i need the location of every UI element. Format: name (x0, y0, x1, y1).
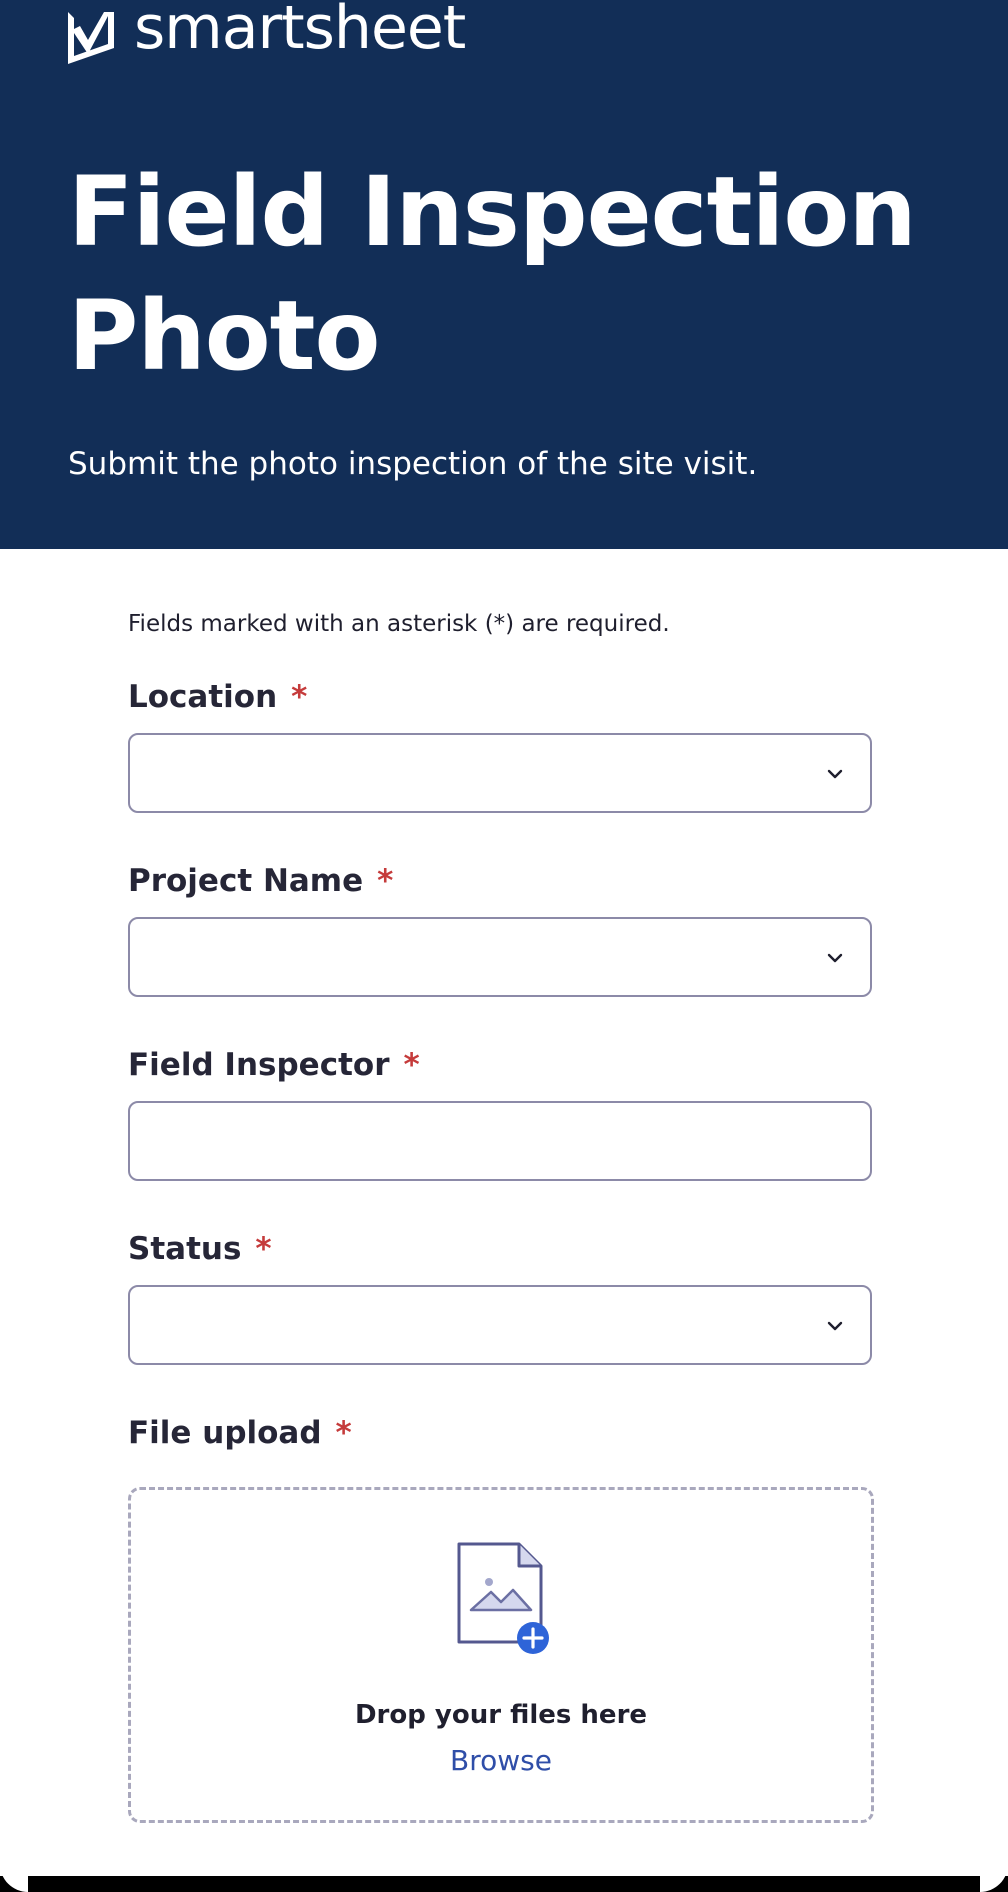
chevron-down-icon (827, 1321, 843, 1331)
required-asterisk: * (403, 1047, 420, 1083)
page-title: Field Inspection Photo (68, 156, 917, 392)
location-dropdown[interactable] (128, 733, 872, 813)
required-note: Fields marked with an asterisk (*) are r… (128, 611, 670, 637)
field-label-text: Project Name (128, 863, 364, 899)
field-label-text: Status (128, 1231, 242, 1267)
image-file-add-icon (457, 1542, 549, 1654)
project-name-label: Project Name * (128, 863, 393, 899)
field-inspector-input-wrapper (128, 1101, 872, 1181)
field-inspector-input[interactable] (130, 1103, 870, 1179)
page-subtitle: Submit the photo inspection of the site … (68, 446, 758, 482)
chevron-down-icon (827, 953, 843, 963)
required-asterisk: * (335, 1415, 352, 1451)
browse-link[interactable]: Browse (131, 1744, 871, 1777)
form-page: smartsheet Field Inspection Photo Submit… (0, 0, 1008, 1892)
field-label-text: Field Inspector (128, 1047, 390, 1083)
smartsheet-logo: smartsheet (68, 0, 466, 66)
page-bottom-edge (0, 1876, 1008, 1892)
field-label-text: File upload (128, 1415, 322, 1451)
file-upload-label: File upload * (128, 1415, 352, 1451)
field-label-text: Location (128, 679, 278, 715)
chevron-down-icon (827, 769, 843, 779)
logo-wordmark: smartsheet (134, 0, 466, 63)
status-label: Status * (128, 1231, 272, 1267)
status-dropdown[interactable] (128, 1285, 872, 1365)
drop-files-text: Drop your files here (354, 1700, 648, 1730)
required-asterisk: * (255, 1231, 272, 1267)
form-header: smartsheet Field Inspection Photo Submit… (0, 0, 1008, 549)
project-name-dropdown[interactable] (128, 917, 872, 997)
field-inspector-label: Field Inspector * (128, 1047, 420, 1083)
file-drop-zone[interactable]: Drop your files here Browse (128, 1487, 874, 1823)
required-asterisk: * (291, 679, 308, 715)
required-asterisk: * (377, 863, 394, 899)
location-label: Location * (128, 679, 307, 715)
smartsheet-check-icon (68, 12, 114, 64)
